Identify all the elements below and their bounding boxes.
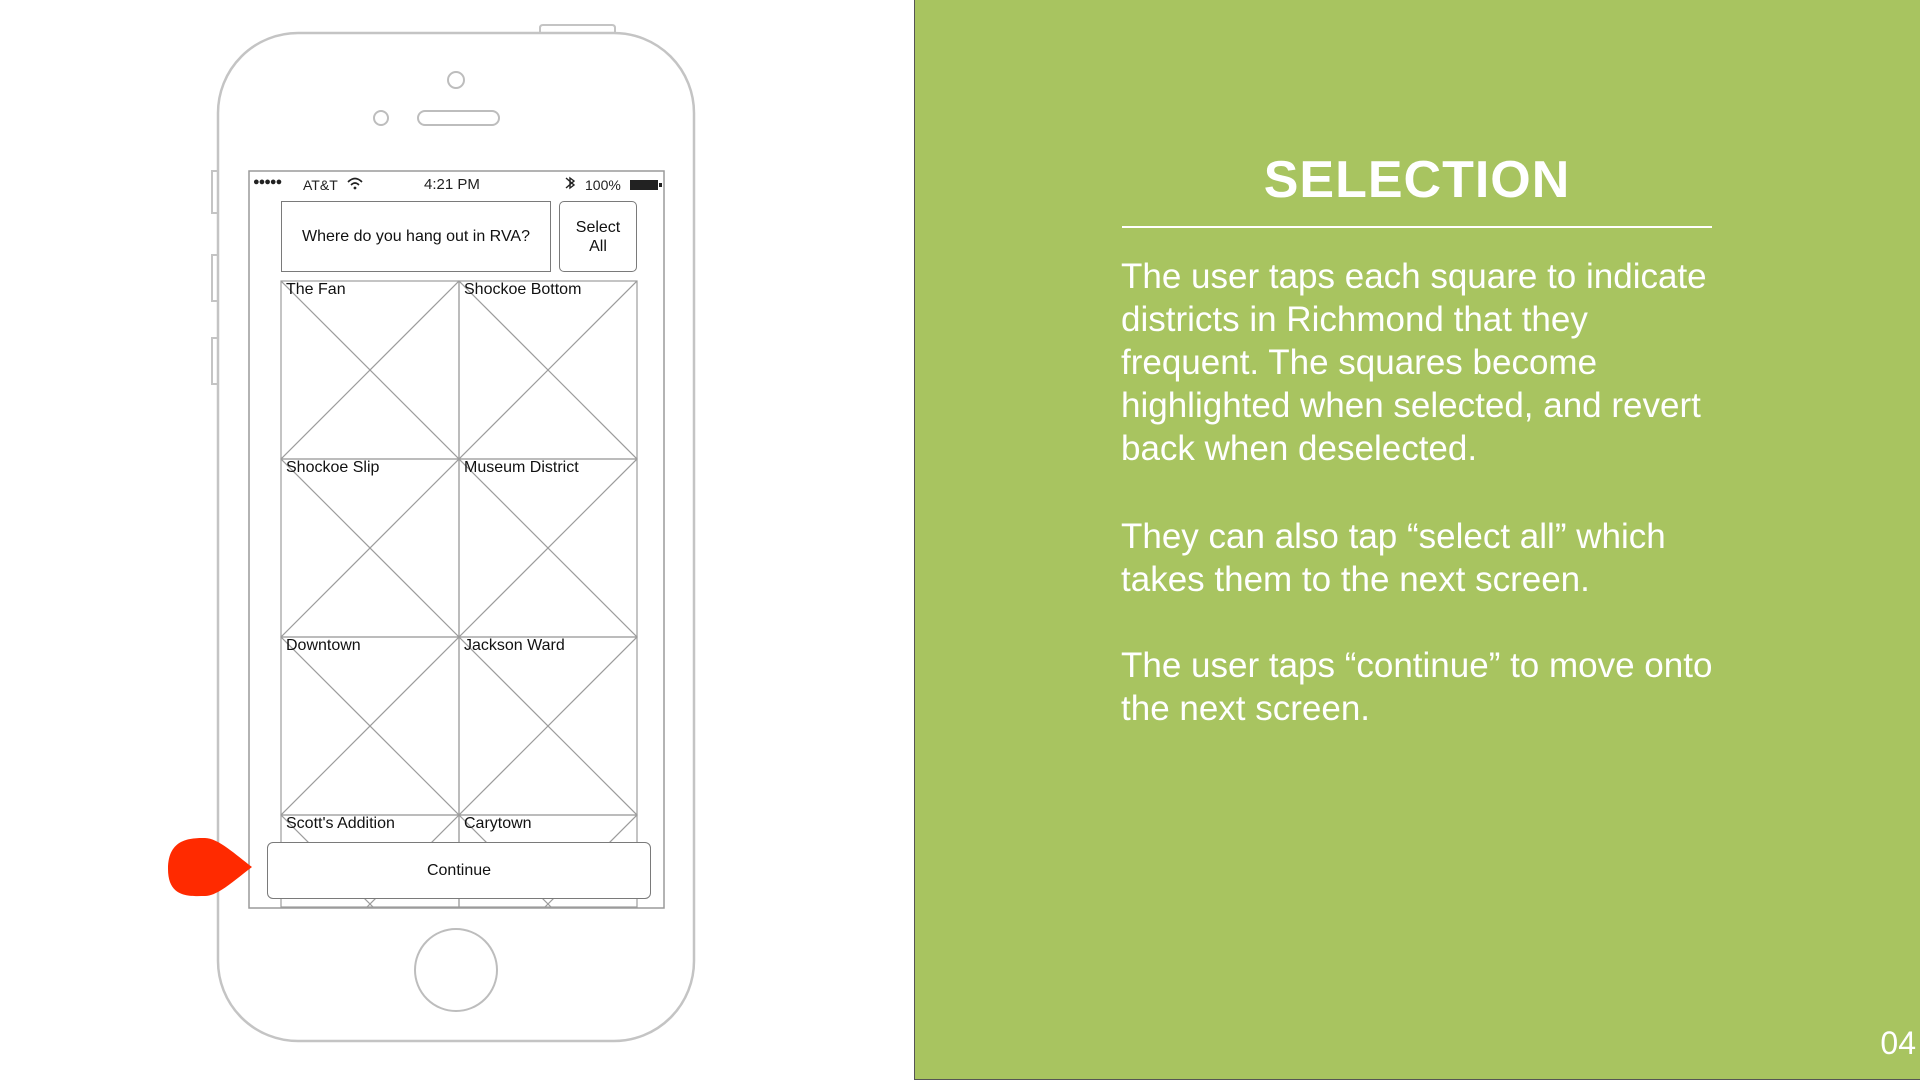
district-tile-label: Carytown [464,815,532,832]
select-all-label-line2: All [589,237,607,255]
description-paragraph-3: The user taps “continue” to move onto th… [1121,646,1713,728]
panel-title: SELECTION [1263,151,1571,209]
district-tile-label: Museum District [464,459,579,476]
select-all-button[interactable]: Select All [559,201,637,272]
carrier-name: AT&T [303,177,338,193]
district-tile[interactable]: Shockoe Slip [281,459,459,637]
page-number: 04 [1880,1025,1916,1061]
continue-button[interactable]: Continue [267,842,651,899]
status-time: 4:21 PM [424,176,480,193]
district-tile-label: Jackson Ward [464,637,565,654]
district-tile-label: The Fan [286,281,346,298]
question-prompt: Where do you hang out in RVA? [281,201,551,272]
district-tile-label: Shockoe Slip [286,459,380,476]
district-tile[interactable]: Museum District [459,459,637,637]
district-tile-label: Downtown [286,637,361,654]
district-tile[interactable]: Downtown [281,637,459,815]
description-paragraph-1: The user taps each square to indicate di… [1121,257,1707,468]
district-tile-label: Shockoe Bottom [464,281,582,298]
battery-percent: 100% [585,177,621,193]
select-all-label-line1: Select [575,218,621,236]
question-prompt-text: Where do you hang out in RVA? [302,227,530,245]
continue-label: Continue [426,861,492,879]
battery-icon [630,180,658,190]
district-tile[interactable]: Shockoe Bottom [459,281,637,459]
description-paragraph-2: They can also tap “select all” which tak… [1121,517,1666,599]
title-divider [1122,226,1712,228]
signal-strength: ●●●●● [253,176,282,188]
district-tile[interactable]: The Fan [281,281,459,459]
district-tile[interactable]: Jackson Ward [459,637,637,815]
district-tile-label: Scott's Addition [286,815,395,832]
